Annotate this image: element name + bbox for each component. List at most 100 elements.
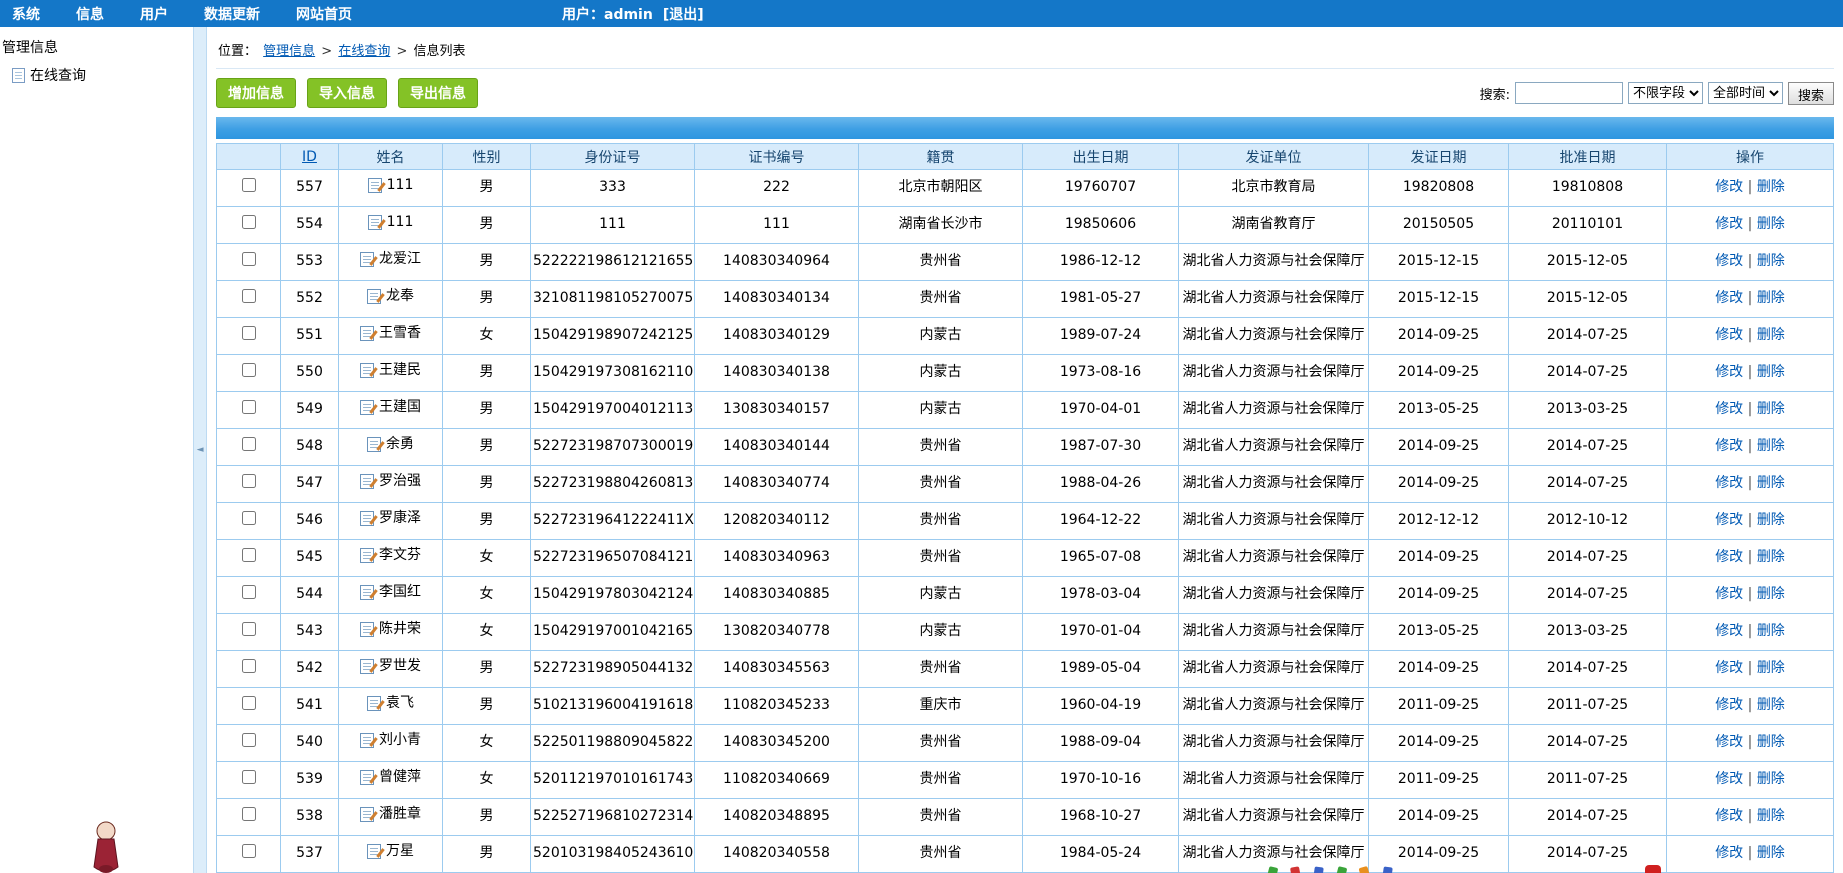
row-checkbox[interactable] [241,215,256,230]
row-checkbox[interactable] [241,622,256,637]
cell-actions: 修改 | 删除 [1666,687,1834,725]
edit-link[interactable]: 修改 [1715,438,1743,454]
edit-link[interactable]: 修改 [1715,253,1743,269]
row-checkbox[interactable] [241,363,256,378]
breadcrumb-link-online-query[interactable]: 在线查询 [338,44,390,59]
import-info-button[interactable]: 导入信息 [307,78,387,108]
col-header-cert-number: 证书编号 [694,143,859,170]
delete-link[interactable]: 删除 [1757,734,1785,750]
delete-link[interactable]: 删除 [1757,438,1785,454]
cell-id: 543 [280,613,339,651]
delete-link[interactable]: 删除 [1757,290,1785,306]
edit-link[interactable]: 修改 [1715,623,1743,639]
menu-item-user[interactable]: 用户 [140,4,168,24]
row-checkbox[interactable] [241,400,256,415]
edit-note-icon [367,437,381,453]
cell-origin: 内蒙古 [858,354,1023,392]
cell-gender: 男 [442,391,531,429]
search-button[interactable]: 搜索 [1787,81,1834,105]
export-info-button[interactable]: 导出信息 [398,78,478,108]
time-select[interactable]: 全部时间 [1707,82,1783,104]
row-checkbox[interactable] [241,178,256,193]
breadcrumb-link-manage-info[interactable]: 管理信息 [263,44,315,59]
edit-link[interactable]: 修改 [1715,401,1743,417]
edit-link[interactable]: 修改 [1715,808,1743,824]
cell-select [216,317,281,355]
edit-link[interactable]: 修改 [1715,660,1743,676]
row-checkbox[interactable] [241,733,256,748]
delete-link[interactable]: 删除 [1757,179,1785,195]
edit-note-icon [360,659,374,675]
add-info-button[interactable]: 增加信息 [216,78,296,108]
breadcrumb-current: 信息列表 [413,44,466,59]
delete-link[interactable]: 删除 [1757,512,1785,528]
edit-link[interactable]: 修改 [1715,216,1743,232]
row-checkbox[interactable] [241,659,256,674]
row-checkbox[interactable] [241,437,256,452]
menu-item-site-home[interactable]: 网站首页 [296,4,352,24]
row-checkbox[interactable] [241,585,256,600]
delete-link[interactable]: 删除 [1757,364,1785,380]
edit-link[interactable]: 修改 [1715,586,1743,602]
row-checkbox[interactable] [241,696,256,711]
field-select[interactable]: 不限字段 [1627,82,1703,104]
row-checkbox[interactable] [241,511,256,526]
delete-link[interactable]: 删除 [1757,401,1785,417]
edit-link[interactable]: 修改 [1715,327,1743,343]
cell-actions: 修改 | 删除 [1666,576,1834,614]
table-title-band [216,117,1834,139]
search-input[interactable] [1514,82,1623,104]
edit-link[interactable]: 修改 [1715,771,1743,787]
cell-gender: 男 [442,798,531,836]
delete-link[interactable]: 删除 [1757,808,1785,824]
cell-cert-number: 110820345233 [694,687,859,725]
logout-link[interactable]: [退出] [663,4,704,24]
edit-link[interactable]: 修改 [1715,179,1743,195]
edit-link[interactable]: 修改 [1715,845,1743,861]
edit-link[interactable]: 修改 [1715,475,1743,491]
menu-item-system[interactable]: 系统 [12,4,40,24]
cell-birth-date: 1988-04-26 [1022,465,1179,503]
edit-link[interactable]: 修改 [1715,734,1743,750]
cell-origin: 贵州省 [858,761,1023,799]
row-checkbox[interactable] [241,474,256,489]
cell-birth-date: 1989-05-04 [1022,650,1179,688]
row-checkbox[interactable] [241,770,256,785]
cell-origin: 内蒙古 [858,317,1023,355]
delete-link[interactable]: 删除 [1757,475,1785,491]
edit-link[interactable]: 修改 [1715,512,1743,528]
main-content: 位置： 管理信息 > 在线查询 > 信息列表 增加信息 导入信息 导出信息 搜索: … [207,27,1843,873]
cell-issuer: 湖北省人力资源与社会保障厅 [1178,317,1369,355]
sidebar-splitter[interactable]: ◄ [193,27,207,873]
cell-cert-number: 140820348895 [694,798,859,836]
row-checkbox[interactable] [241,807,256,822]
delete-link[interactable]: 删除 [1757,660,1785,676]
collapse-arrow-icon[interactable]: ◄ [197,445,204,455]
delete-link[interactable]: 删除 [1757,216,1785,232]
cell-gender: 女 [442,539,531,577]
delete-link[interactable]: 删除 [1757,327,1785,343]
delete-link[interactable]: 删除 [1757,586,1785,602]
delete-link[interactable]: 删除 [1757,771,1785,787]
menu-item-info[interactable]: 信息 [76,4,104,24]
delete-link[interactable]: 删除 [1757,845,1785,861]
edit-link[interactable]: 修改 [1715,290,1743,306]
row-checkbox[interactable] [241,844,256,859]
delete-link[interactable]: 删除 [1757,253,1785,269]
edit-link[interactable]: 修改 [1715,364,1743,380]
delete-link[interactable]: 删除 [1757,623,1785,639]
sidebar-item-online-query[interactable]: 在线查询 [0,65,193,85]
row-checkbox[interactable] [241,252,256,267]
cell-id: 545 [280,539,339,577]
delete-link[interactable]: 删除 [1757,549,1785,565]
cell-gender: 男 [442,206,531,244]
edit-link[interactable]: 修改 [1715,549,1743,565]
row-checkbox[interactable] [241,548,256,563]
delete-link[interactable]: 删除 [1757,697,1785,713]
cell-cert-number: 140830340964 [694,243,859,281]
menu-item-data-update[interactable]: 数据更新 [204,4,260,24]
row-checkbox[interactable] [241,326,256,341]
edit-link[interactable]: 修改 [1715,697,1743,713]
id-sort-link[interactable]: ID [302,149,317,165]
row-checkbox[interactable] [241,289,256,304]
